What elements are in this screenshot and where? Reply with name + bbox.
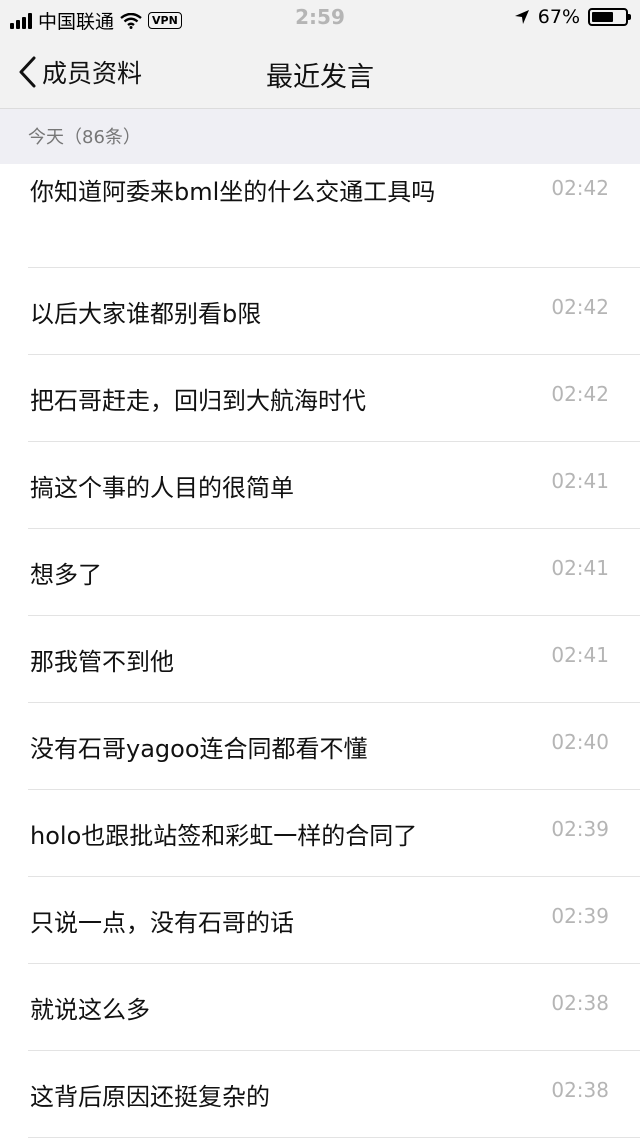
message-text: holo也跟批站签和彩虹一样的合同了 [30, 822, 418, 850]
message-time: 02:39 [551, 817, 609, 841]
status-bar: 中国联通 VPN 2:59 67% [0, 0, 640, 36]
message-time: 02:39 [551, 904, 609, 928]
status-right: 67% [514, 6, 631, 28]
message-text: 这背后原因还挺复杂的 [30, 1083, 270, 1111]
message-time: 02:42 [551, 382, 609, 406]
message-time: 02:41 [551, 556, 609, 580]
message-row[interactable]: 这背后原因还挺复杂的 02:38 [0, 1051, 640, 1138]
battery-fill [592, 12, 614, 22]
message-row[interactable]: 搞这个事的人目的很简单 02:41 [0, 442, 640, 529]
message-list: 你知道阿委来bml坐的什么交通工具吗 02:42 以后大家谁都别看b限 02:42 把石… [0, 164, 640, 1138]
message-text: 想多了 [30, 561, 102, 589]
message-row[interactable]: 就说这么多 02:38 [0, 964, 640, 1051]
message-text: 只说一点，没有石哥的话 [30, 909, 294, 937]
message-text: 就说这么多 [30, 996, 150, 1024]
message-text: 搞这个事的人目的很简单 [30, 474, 294, 502]
message-row[interactable]: 只说一点，没有石哥的话 02:39 [0, 877, 640, 964]
battery-percent: 67% [537, 6, 580, 28]
message-row[interactable]: 想多了 02:41 [0, 529, 640, 616]
message-time: 02:42 [551, 295, 609, 319]
message-time: 02:41 [551, 469, 609, 493]
message-time: 02:38 [551, 1078, 609, 1102]
message-text: 把石哥赶走，回归到大航海时代 [30, 387, 366, 415]
message-row[interactable]: 以后大家谁都别看b限 02:42 [0, 268, 640, 355]
message-row[interactable]: 你知道阿委来bml坐的什么交通工具吗 02:42 [0, 164, 640, 268]
message-row[interactable]: holo也跟批站签和彩虹一样的合同了 02:39 [0, 790, 640, 877]
battery-icon [588, 8, 631, 26]
message-row[interactable]: 把石哥赶走，回归到大航海时代 02:42 [0, 355, 640, 442]
nav-bar: 成员资料 最近发言 [0, 36, 640, 109]
message-row[interactable]: 没有石哥yagoo连合同都看不懂 02:40 [0, 703, 640, 790]
message-row[interactable]: 那我管不到他 02:41 [0, 616, 640, 703]
message-time: 02:40 [551, 730, 609, 754]
section-header: 今天（86条） [0, 109, 640, 164]
message-text: 没有石哥yagoo连合同都看不懂 [30, 735, 368, 763]
message-text: 以后大家谁都别看b限 [30, 300, 262, 328]
location-arrow-icon [514, 10, 529, 24]
page-title: 最近发言 [266, 62, 374, 93]
message-time: 02:42 [551, 176, 609, 200]
message-time: 02:38 [551, 991, 609, 1015]
message-text: 那我管不到他 [30, 648, 174, 676]
message-text: 你知道阿委来bml坐的什么交通工具吗 [30, 178, 436, 206]
message-time: 02:41 [551, 643, 609, 667]
